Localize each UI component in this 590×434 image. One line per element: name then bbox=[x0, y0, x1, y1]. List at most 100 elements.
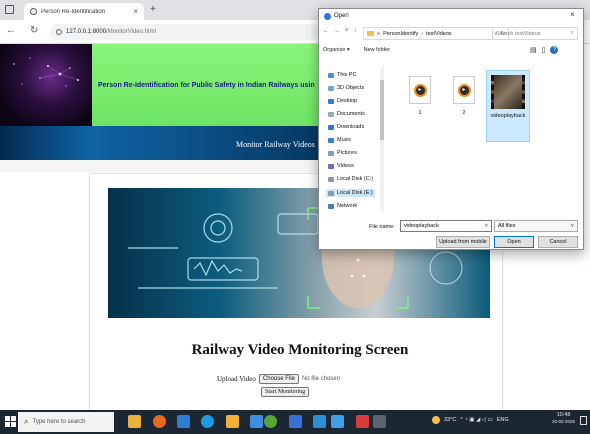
dialog-search-placeholder: Search testVideos bbox=[496, 30, 541, 37]
upload-from-mobile-button[interactable]: Upload from mobile bbox=[436, 236, 490, 248]
tab-close-icon[interactable]: × bbox=[133, 7, 138, 16]
videos-icon bbox=[328, 163, 334, 169]
window-menu-icon[interactable] bbox=[5, 5, 14, 14]
banner-title: Person Re-Identification for Public Safe… bbox=[92, 44, 332, 126]
nav-item-pictures[interactable]: Pictures bbox=[328, 150, 357, 156]
back-icon[interactable]: ← bbox=[6, 25, 16, 36]
people-app-icon[interactable] bbox=[128, 415, 141, 428]
nav-item-local-disk-c[interactable]: Local Disk (C:) bbox=[328, 176, 373, 182]
breadcrumb-3[interactable]: testVideos bbox=[426, 31, 452, 37]
breadcrumb-0[interactable]: « bbox=[377, 31, 380, 37]
nav-pane-scroll-thumb[interactable] bbox=[380, 80, 384, 140]
python-app-icon[interactable] bbox=[331, 415, 344, 428]
file-type-select[interactable]: All files ˅ bbox=[494, 220, 578, 232]
nav-item-this-pc[interactable]: This PC bbox=[328, 72, 357, 78]
browser-tab[interactable]: Person Re-Identification × bbox=[24, 3, 144, 20]
dialog-view-tools: ▤ ▯ ? bbox=[530, 46, 559, 54]
breadcrumb-1[interactable]: PersonIdentify bbox=[383, 31, 418, 37]
nav-item-music[interactable]: Music bbox=[328, 137, 351, 143]
view-options-icon[interactable]: ▤ bbox=[530, 46, 537, 54]
nav-item-label: Downloads bbox=[337, 124, 365, 130]
start-icon[interactable] bbox=[5, 416, 16, 427]
terminal-app-icon[interactable] bbox=[373, 415, 386, 428]
drive-icon bbox=[328, 176, 334, 182]
search-icon: ⌕ bbox=[24, 417, 29, 426]
clock-time: 10:48 bbox=[556, 412, 571, 418]
taskbar-search[interactable]: ⌕ Type here to search bbox=[18, 412, 114, 432]
nav-item-label: Documents bbox=[337, 111, 365, 117]
url-path: /MonitorVideo.html bbox=[106, 29, 156, 35]
file-name: videoplayback bbox=[490, 113, 526, 119]
nav-item-label: 3D Objects bbox=[337, 85, 365, 91]
this-pc-icon bbox=[328, 72, 334, 78]
new-folder-button[interactable]: New folder bbox=[364, 47, 390, 53]
new-tab-button[interactable]: + bbox=[150, 4, 156, 15]
clock-date: 20-02-2025 bbox=[552, 418, 576, 424]
file-status: No file chosen bbox=[301, 376, 340, 382]
file-list: ▸ 1 ▸ 2 videoplayback bbox=[390, 66, 582, 212]
file-item-videoplayback[interactable]: videoplayback bbox=[486, 70, 530, 142]
open-button[interactable]: Open bbox=[494, 236, 534, 248]
dialog-address-bar[interactable]: « PersonIdentify › testVideos ˅ ↻ bbox=[363, 27, 509, 40]
nav-item-label: Desktop bbox=[337, 98, 358, 104]
store-app-icon[interactable] bbox=[177, 415, 190, 428]
explorer-app-icon[interactable] bbox=[226, 415, 239, 428]
dialog-titlebar: Open bbox=[319, 9, 583, 23]
tray-icons[interactable]: ^ ◔ ▣ ◢ ◁ ▭ bbox=[460, 417, 492, 423]
choose-file-button[interactable]: Choose File bbox=[258, 374, 299, 384]
file-name-dropdown-icon[interactable]: ˅ bbox=[485, 223, 488, 229]
nav-item-label: Videos bbox=[337, 163, 354, 169]
nav-item-3d-objects[interactable]: 3D Objects bbox=[328, 85, 364, 91]
nav-item-local-disk-e[interactable]: Local Disk (E:) bbox=[326, 189, 375, 197]
dialog-recent-icon[interactable]: ˅ bbox=[345, 28, 349, 34]
nav-link-monitor-videos[interactable]: Monitor Railway Videos bbox=[236, 140, 315, 149]
settings-app-icon[interactable] bbox=[250, 415, 263, 428]
pictures-icon bbox=[328, 150, 334, 156]
dialog-search-input[interactable]: Search testVideos ⌕ bbox=[492, 27, 578, 40]
nav-item-downloads[interactable]: Downloads bbox=[328, 124, 364, 130]
vscode-app-icon[interactable] bbox=[289, 415, 302, 428]
upload-label: Upload Video bbox=[217, 375, 256, 383]
dialog-up-icon[interactable]: ↑ bbox=[354, 28, 357, 34]
url-host: 127.0.0.1:8000 bbox=[66, 29, 107, 35]
chrome-app-icon[interactable] bbox=[264, 415, 277, 428]
system-tray[interactable]: 33°C ^ ◔ ▣ ◢ ◁ ▭ ENG bbox=[432, 416, 509, 424]
info-icon[interactable] bbox=[56, 29, 62, 35]
nav-item-label: Pictures bbox=[337, 150, 357, 156]
dialog-title: Open bbox=[334, 13, 349, 19]
organize-button[interactable]: Organize ▾ bbox=[323, 47, 350, 53]
nav-item-documents[interactable]: Documents bbox=[328, 111, 365, 117]
browser-app-icon[interactable] bbox=[153, 415, 166, 428]
preview-pane-icon[interactable]: ▯ bbox=[542, 46, 546, 54]
file-name-input[interactable]: videoplayback ˅ bbox=[400, 220, 492, 232]
network-icon bbox=[328, 203, 334, 209]
nav-item-network[interactable]: Network bbox=[328, 203, 357, 209]
banner-logo-image bbox=[0, 44, 92, 126]
dialog-forward-icon[interactable]: → bbox=[334, 28, 340, 34]
dialog-close-icon[interactable]: × bbox=[570, 10, 575, 19]
mail-app-icon[interactable] bbox=[313, 415, 326, 428]
file-item-1[interactable]: ▸ 1 bbox=[398, 70, 442, 142]
video-file-icon: ▸ bbox=[409, 76, 431, 104]
clock[interactable]: 10:48 20-02-2025 bbox=[552, 412, 575, 424]
dialog-search-icon: ⌕ bbox=[570, 30, 574, 36]
banner-title-text: Person Re-Identification for Public Safe… bbox=[98, 81, 315, 89]
nav-item-label: Local Disk (E:) bbox=[337, 190, 373, 196]
weather-temp: 33°C bbox=[444, 417, 457, 423]
file-name-label: File name: bbox=[369, 224, 395, 230]
notifications-icon[interactable] bbox=[580, 416, 587, 425]
nav-strip-left bbox=[0, 126, 88, 160]
edge-app-icon[interactable] bbox=[201, 415, 214, 428]
help-icon[interactable]: ? bbox=[550, 46, 559, 54]
reload-icon[interactable]: ↻ bbox=[30, 25, 38, 36]
nav-item-label: Music bbox=[337, 137, 352, 143]
media-app-icon[interactable] bbox=[356, 415, 369, 428]
address-bar[interactable]: 127.0.0.1:8000/MonitorVideo.html bbox=[50, 24, 320, 40]
nav-item-videos[interactable]: Videos bbox=[328, 163, 354, 169]
start-monitoring-button[interactable]: Start Monitoring bbox=[261, 387, 310, 397]
file-item-2[interactable]: ▸ 2 bbox=[442, 70, 486, 142]
dialog-back-icon[interactable]: ← bbox=[323, 28, 329, 34]
page-heading: Railway Video Monitoring Screen bbox=[191, 342, 409, 358]
nav-item-desktop[interactable]: Desktop bbox=[328, 98, 357, 104]
cancel-button[interactable]: Cancel bbox=[538, 236, 578, 248]
